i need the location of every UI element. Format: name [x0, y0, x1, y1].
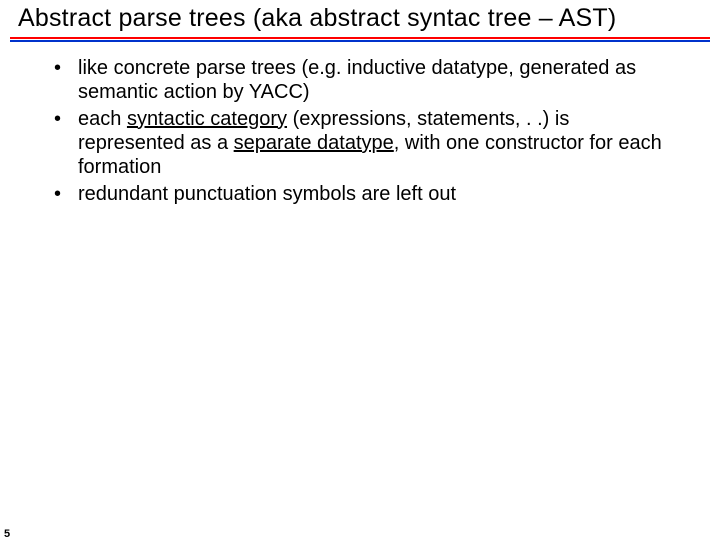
slide: Abstract parse trees (aka abstract synta…	[0, 0, 720, 540]
list-item: redundant punctuation symbols are left o…	[50, 182, 680, 206]
slide-title: Abstract parse trees (aka abstract synta…	[18, 4, 710, 33]
bullet-list: like concrete parse trees (e.g. inductiv…	[50, 56, 680, 206]
list-item: each syntactic category (expressions, st…	[50, 107, 680, 180]
bullet-text-underline: syntactic category	[127, 108, 287, 130]
list-item: like concrete parse trees (e.g. inductiv…	[50, 56, 680, 105]
bullet-text: like concrete parse trees (e.	[78, 57, 325, 79]
bullet-text: each	[78, 108, 127, 130]
title-area: Abstract parse trees (aka abstract synta…	[0, 0, 720, 35]
bullet-text: semantic action by YACC)	[78, 81, 310, 103]
divider-red	[10, 37, 710, 39]
bullet-text: redundant punctuation symbols are left o…	[78, 183, 456, 205]
bullet-text-underline: separate datatype	[234, 132, 394, 154]
page-number: 5	[4, 528, 10, 540]
bullet-text: g. inductive datatype, generated as	[325, 57, 636, 79]
body-area: like concrete parse trees (e.g. inductiv…	[0, 42, 720, 206]
